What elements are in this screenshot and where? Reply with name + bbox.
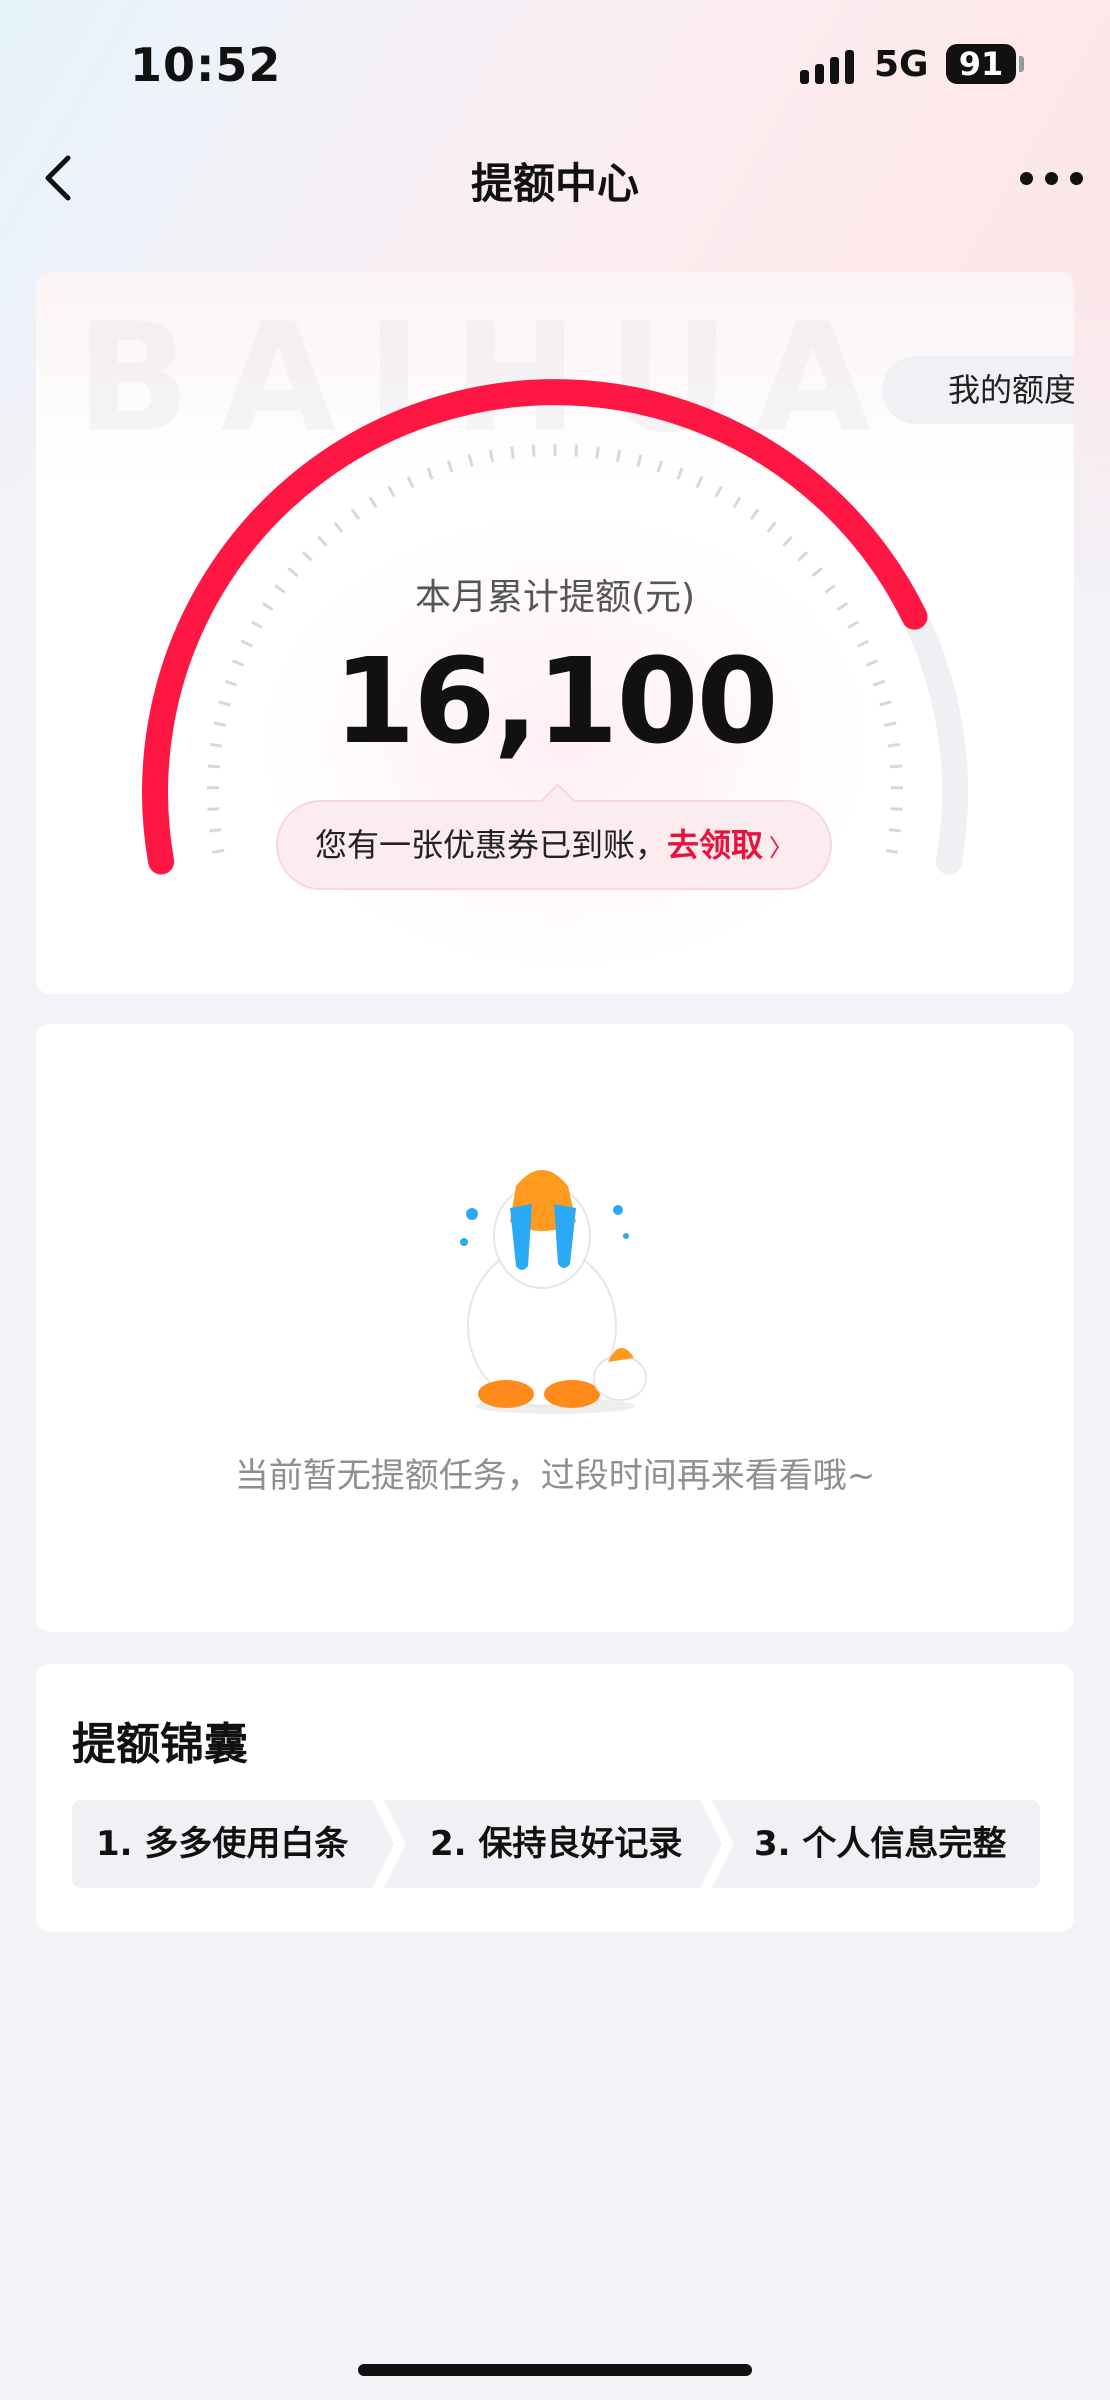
page-title: 提额中心 [470, 159, 639, 208]
coupon-banner[interactable]: 您有一张优惠券已到账，去领取〉 [276, 800, 832, 890]
gauge-tick [636, 454, 643, 467]
crying-duck-illustration [460, 1170, 647, 1414]
gauge-tick [766, 521, 777, 533]
gauge-tick [510, 446, 515, 459]
empty-state-text: 当前暂无提额任务，过段时间再来看看哦~ [234, 1456, 876, 1496]
gauge-tick [387, 485, 396, 498]
gauge-tick [531, 444, 536, 457]
tip-step-1: 1. 多多使用白条 [72, 1800, 394, 1888]
battery-level: 91 [958, 45, 1004, 83]
gauge-tick [782, 535, 793, 547]
gauge-tick [350, 508, 361, 521]
tip-step-2: 2. 保持良好记录 [384, 1800, 722, 1888]
quota-card: BAIHUA 我的额度 本月累计提额(元) 16,100 您有一张优惠券已到账，… [36, 272, 1074, 994]
more-icon[interactable] [1020, 172, 1084, 186]
gauge-tick [847, 620, 860, 629]
home-indicator [358, 2364, 752, 2376]
gauge-tick [250, 620, 263, 629]
gauge-tick [406, 475, 415, 489]
gauge-tick [426, 467, 434, 480]
gauge-tick [676, 467, 684, 480]
gauge-tick [467, 454, 474, 467]
gauge-label: 本月累计提额(元) [414, 577, 696, 618]
tips-steps: 1. 多多使用白条 2. 保持良好记录 3. 个人信息完整 [72, 1800, 1040, 1888]
gauge-tick [595, 446, 600, 459]
gauge-tick [446, 460, 454, 473]
gauge-tick [797, 551, 809, 562]
gauge-tick [888, 828, 901, 833]
coupon-text: 您有一张优惠券已到账， [314, 826, 667, 864]
gauge-tick [317, 535, 328, 547]
gauge-tick [212, 848, 225, 854]
chevron-right-icon: 〉 [769, 834, 794, 862]
gauge-tick [885, 848, 898, 854]
tip-step-3: 3. 个人信息完整 [712, 1800, 1040, 1888]
task-card: 当前暂无提额任务，过段时间再来看看哦~ [36, 1024, 1074, 1632]
status-time: 10:52 [130, 38, 282, 92]
tips-card: 提额锦囊 1. 多多使用白条 2. 保持良好记录 3. 个人信息完整 [36, 1664, 1074, 1932]
tips-title: 提额锦囊 [72, 1719, 248, 1770]
gauge-tick [616, 449, 622, 463]
gauge-tick [207, 807, 220, 811]
battery-icon: 91 [946, 44, 1016, 84]
gauge-tick [368, 496, 378, 509]
gauge-tick [749, 508, 760, 521]
status-bar: 10:52 5G 91 [0, 0, 1110, 130]
network-type: 5G [874, 44, 929, 85]
gauge-tick [656, 460, 664, 473]
gauge-value: 16,100 [333, 632, 778, 770]
gauge-tick [890, 807, 903, 811]
coupon-claim-link[interactable]: 去领取 [667, 826, 763, 864]
gauge-fill [142, 379, 928, 875]
gauge-tick [333, 521, 344, 533]
battery-tip [1019, 56, 1024, 72]
gauge-tick [732, 496, 742, 509]
gauge-tick [209, 828, 222, 833]
gauge-tick [488, 449, 494, 463]
gauge-tick [695, 475, 704, 489]
gauge-tick [574, 444, 579, 457]
gauge-tick [301, 551, 313, 562]
my-quota-button[interactable]: 我的额度 [882, 356, 1074, 424]
gauge-tick [714, 485, 723, 498]
signal-icon [800, 46, 856, 84]
